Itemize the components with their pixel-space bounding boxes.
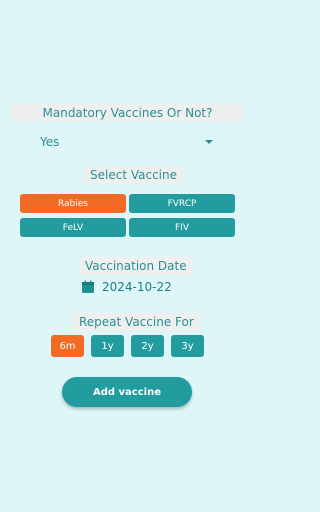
add-vaccine-button[interactable]: Add vaccine (62, 377, 192, 407)
chevron-down-icon (205, 140, 213, 144)
vaccine-option-fiv[interactable]: FIV (129, 218, 235, 237)
mandatory-vaccines-label: Mandatory Vaccines Or Not? (11, 104, 244, 122)
repeat-vaccine-label: Repeat Vaccine For (73, 313, 200, 331)
repeat-option-6m[interactable]: 6m (51, 335, 84, 357)
date-picker[interactable]: 2024-10-22 (81, 280, 172, 294)
calendar-icon (82, 280, 94, 293)
vaccination-date-value: 2024-10-22 (102, 280, 172, 294)
mandatory-dropdown-value: Yes (40, 135, 60, 149)
vaccine-option-fvrcp[interactable]: FVRCP (129, 194, 235, 213)
repeat-option-2y[interactable]: 2y (131, 335, 164, 357)
select-vaccine-label: Select Vaccine (84, 166, 183, 184)
repeat-option-3y[interactable]: 3y (171, 335, 204, 357)
vaccine-option-felv[interactable]: FeLV (20, 218, 126, 237)
vaccine-option-rabies[interactable]: Rabies (20, 194, 126, 213)
repeat-option-1y[interactable]: 1y (91, 335, 124, 357)
mandatory-dropdown[interactable]: Yes (18, 132, 218, 152)
vaccination-date-label: Vaccination Date (79, 257, 193, 275)
